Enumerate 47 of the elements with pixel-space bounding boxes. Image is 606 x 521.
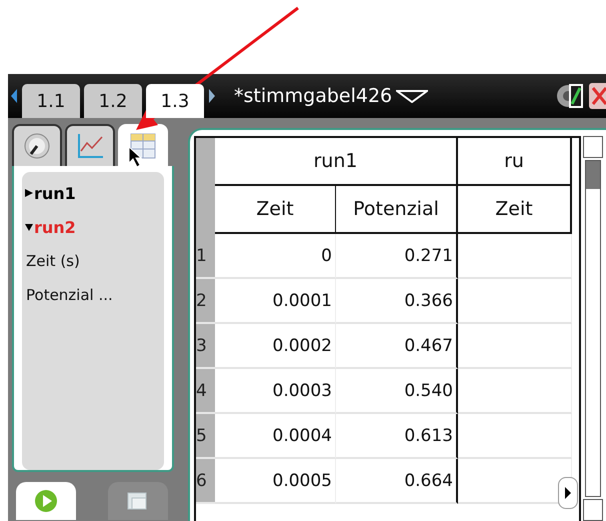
triangle-right-icon xyxy=(564,486,572,500)
row-number: 5 xyxy=(196,414,215,459)
row-number: 2 xyxy=(196,279,215,324)
table-cell: 0 xyxy=(215,234,336,279)
row-number: 3 xyxy=(196,324,215,369)
document-title: *stimmgabel426 xyxy=(234,85,392,107)
group-header: run1 xyxy=(215,138,458,186)
page-tab[interactable]: 1.3 xyxy=(146,84,204,118)
scrollbar[interactable] xyxy=(583,136,603,521)
battery-gear-icon xyxy=(554,82,584,110)
row-number: 4 xyxy=(196,369,215,414)
table-cell: 0.0002 xyxy=(215,324,336,369)
expand-icon[interactable] xyxy=(24,188,34,198)
data-set-item[interactable]: run1 xyxy=(34,184,76,202)
table-cell: 0.0003 xyxy=(215,369,336,414)
table-cell: 0.467 xyxy=(336,324,458,369)
column-item[interactable]: Potenzial ... xyxy=(24,286,113,304)
column-header[interactable]: Zeit xyxy=(458,186,572,234)
store-button[interactable] xyxy=(108,482,168,520)
table-cell: 0.0005 xyxy=(215,459,336,504)
play-icon xyxy=(34,489,58,513)
table-cell: 0.0004 xyxy=(215,414,336,459)
table-icon xyxy=(128,131,158,161)
next-page-button[interactable] xyxy=(558,477,578,509)
page-tab[interactable]: 1.1 xyxy=(22,84,80,118)
close-icon[interactable] xyxy=(588,82,606,110)
collapse-icon[interactable] xyxy=(24,222,34,232)
table-cell: 0.271 xyxy=(336,234,458,279)
view-tab[interactable] xyxy=(12,124,62,166)
view-tab[interactable] xyxy=(65,124,115,166)
row-number: 6 xyxy=(196,459,215,504)
group-header: ru xyxy=(458,138,572,186)
table-cell: 0.540 xyxy=(336,369,458,414)
scroll-right-icon[interactable] xyxy=(208,88,216,104)
table-cell: 0.664 xyxy=(336,459,458,504)
column-item[interactable]: Zeit (s) xyxy=(24,252,80,270)
row-number: 1 xyxy=(196,234,215,279)
meter-icon xyxy=(22,131,52,161)
dropdown-icon[interactable] xyxy=(396,89,428,103)
table-cell: 0.0001 xyxy=(215,279,336,324)
page-tab[interactable]: 1.2 xyxy=(84,84,142,118)
column-header[interactable]: Potenzial xyxy=(336,186,458,234)
column-header[interactable]: Zeit xyxy=(215,186,336,234)
table-cell: 0.366 xyxy=(336,279,458,324)
graph-icon xyxy=(75,131,105,161)
scroll-left-icon[interactable] xyxy=(10,88,18,104)
table-cell: 0.613 xyxy=(336,414,458,459)
